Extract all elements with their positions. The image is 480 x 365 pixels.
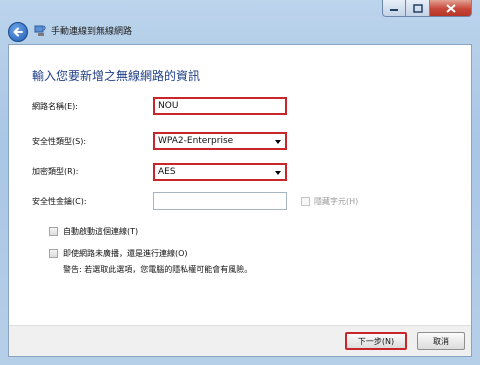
security-type-select[interactable]: WPA2-Enterprise [153, 132, 287, 150]
window-controls [382, 0, 472, 17]
dialog-content: 輸入您要新增之無線網路的資訊 網路名稱(E): NOU 安全性類型(S): WP… [8, 44, 472, 357]
back-button[interactable] [8, 22, 28, 42]
security-key-label: 安全性金鑰(C): [32, 197, 87, 206]
maximize-button[interactable] [406, 0, 430, 17]
hide-characters-checkbox[interactable] [301, 197, 310, 206]
hide-characters-label: 隱藏字元(H) [314, 197, 359, 206]
close-button[interactable] [430, 0, 472, 17]
dialog-footer: 下一步(N) 取消 [9, 325, 471, 356]
auto-start-checkbox[interactable] [49, 227, 58, 236]
chevron-down-icon [275, 171, 281, 175]
window-title: 手動連線到無線網路 [51, 27, 133, 37]
security-type-value: WPA2-Enterprise [158, 136, 234, 146]
window-frame: 手動連線到無線網路 輸入您要新增之無線網路的資訊 網路名稱(E): NOU 安全… [0, 0, 480, 365]
connect-hidden-label: 即使網路未廣播，還是進行連線(O) [63, 249, 188, 258]
cancel-button[interactable]: 取消 [417, 332, 465, 350]
connect-hidden-checkbox[interactable] [49, 249, 58, 258]
network-name-value: NOU [158, 101, 179, 111]
page-heading: 輸入您要新增之無線網路的資訊 [32, 69, 201, 83]
security-type-label: 安全性類型(S): [32, 137, 87, 146]
next-button[interactable]: 下一步(N) [345, 332, 407, 350]
security-key-input[interactable] [153, 192, 287, 210]
wireless-network-icon [34, 25, 46, 36]
minimize-button[interactable] [382, 0, 406, 17]
encryption-type-label: 加密類型(R): [32, 167, 79, 176]
network-name-label: 網路名稱(E): [32, 102, 78, 111]
network-name-input[interactable]: NOU [153, 97, 287, 115]
chevron-down-icon [275, 140, 281, 144]
title-bar: 手動連線到無線網路 [8, 18, 472, 44]
auto-start-label: 自動啟動這個連線(T) [63, 227, 139, 236]
minimize-icon [390, 9, 398, 11]
privacy-warning: 警告: 若選取此選項，您電腦的隱私權可能會有風險。 [63, 265, 253, 274]
encryption-type-select[interactable]: AES [153, 163, 287, 181]
close-icon [445, 3, 456, 13]
back-arrow-icon [13, 27, 23, 37]
maximize-icon [412, 3, 423, 13]
encryption-type-value: AES [158, 167, 176, 177]
